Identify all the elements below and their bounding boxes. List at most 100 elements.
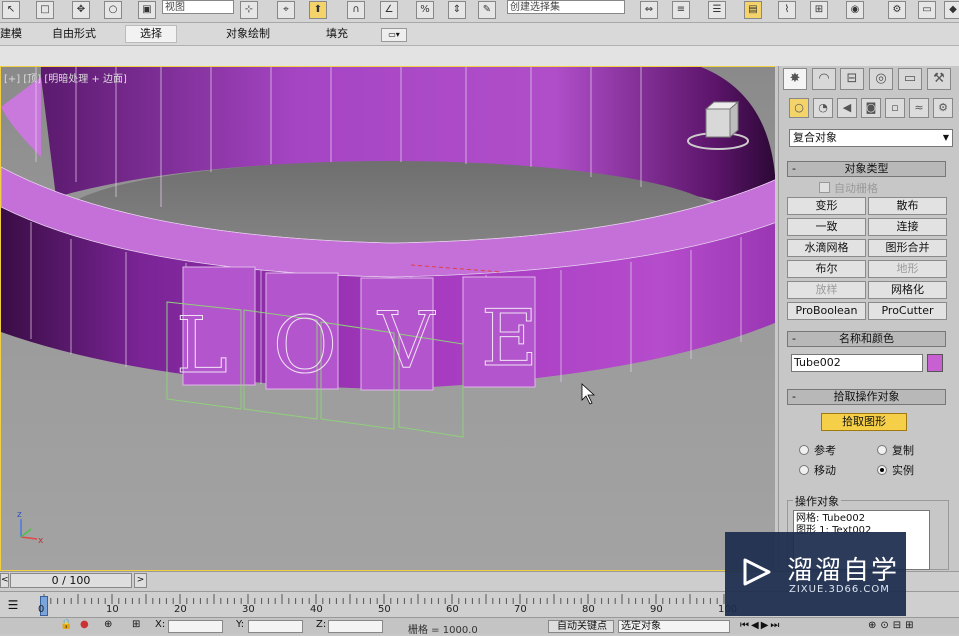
material-editor-icon[interactable]: ◉: [846, 1, 864, 19]
utilities-tab-icon[interactable]: ⚒: [927, 68, 951, 90]
graphite-toggle-icon[interactable]: ▤: [744, 1, 762, 19]
viewport-label[interactable]: [+] [顶] [明暗处理 + 边面]: [4, 70, 127, 85]
radio-move[interactable]: 移动: [799, 462, 836, 478]
geometry-icon[interactable]: ○: [789, 98, 809, 118]
selection-lock-icon[interactable]: ●: [80, 619, 89, 630]
rotate-icon[interactable]: ○: [104, 1, 122, 19]
select-region-icon[interactable]: □: [36, 1, 54, 19]
radio-instance[interactable]: 实例: [877, 462, 914, 478]
selection-set-dropdown[interactable]: 选定对象: [618, 620, 730, 633]
rollout-pick-operand[interactable]: - 拾取操作对象: [787, 389, 946, 405]
ribbon-options-dropdown[interactable]: ▭▾: [381, 28, 407, 42]
command-panel: ✸ ◠ ⊟ ◎ ▭ ⚒ ○ ◔ ◀ ◙ ▫ ≈ ⚙ 复合对象 ▼ - 对象类型 …: [778, 66, 959, 571]
radio-icon: [877, 445, 887, 455]
viewport-nav-icon[interactable]: ⊕⊙⊟⊞: [868, 620, 918, 631]
collapse-icon: -: [792, 162, 796, 175]
procutter-button[interactable]: ProCutter: [868, 302, 947, 320]
auto-key-button[interactable]: 自动关键点: [548, 620, 614, 633]
create-tab-icon[interactable]: ✸: [783, 68, 807, 90]
rollout-name-color[interactable]: - 名称和颜色: [787, 331, 946, 347]
systems-icon[interactable]: ⚙: [933, 98, 953, 118]
perspective-viewport[interactable]: L O V E z x [+] [顶] [明暗处理 + 边面]: [0, 66, 776, 571]
named-selection-combo[interactable]: 创建选择集: [507, 0, 625, 14]
letter-l: L: [176, 301, 228, 391]
time-slider[interactable]: 0 / 100: [10, 573, 132, 588]
modify-tab-icon[interactable]: ◠: [812, 68, 836, 90]
tab-freeform[interactable]: 自由形式: [52, 26, 96, 42]
boolean-button[interactable]: 布尔: [787, 260, 866, 278]
percent-snap-icon[interactable]: %: [416, 1, 434, 19]
shapemerge-button[interactable]: 图形合并: [868, 239, 947, 257]
tab-object-paint[interactable]: 对象绘制: [226, 26, 270, 42]
filter-icon[interactable]: ☰: [2, 595, 24, 615]
play-logo-icon: [743, 558, 771, 586]
schematic-view-icon[interactable]: ⊞: [810, 1, 828, 19]
motion-tab-icon[interactable]: ◎: [869, 68, 893, 90]
display-tab-icon[interactable]: ▭: [898, 68, 922, 90]
mesher-button[interactable]: 网格化: [868, 281, 947, 299]
hierarchy-tab-icon[interactable]: ⊟: [840, 68, 864, 90]
layer-icon[interactable]: ☰: [708, 1, 726, 19]
next-frame-icon[interactable]: >: [134, 573, 147, 588]
tab-modeling[interactable]: 建模: [0, 26, 22, 42]
spinner-snap-icon[interactable]: ⇕: [448, 1, 466, 19]
radio-icon: [799, 445, 809, 455]
helpers-icon[interactable]: ▫: [885, 98, 905, 118]
radio-reference[interactable]: 参考: [799, 442, 836, 458]
tick-label: 60: [446, 604, 459, 615]
object-color-swatch[interactable]: [927, 354, 943, 372]
letter-o: O: [273, 301, 337, 391]
edit-named-selection-icon[interactable]: ✎: [478, 1, 496, 19]
playback-controls-icon[interactable]: ⏮◀▶⏭: [740, 620, 781, 631]
render-setup-icon[interactable]: ⚙: [888, 1, 906, 19]
absolute-mode-icon[interactable]: ⊕: [104, 619, 112, 630]
watermark-brand: 溜溜自学: [787, 556, 900, 586]
curve-editor-icon[interactable]: ⌇: [778, 1, 796, 19]
select-icon[interactable]: ↖: [2, 1, 20, 19]
list-item[interactable]: 网格: Tube002: [796, 513, 927, 525]
radio-copy[interactable]: 复制: [877, 442, 914, 458]
render-frame-icon[interactable]: ▭: [918, 1, 936, 19]
cameras-icon[interactable]: ◙: [861, 98, 881, 118]
select-manipulate-icon[interactable]: ⌖: [277, 1, 295, 19]
shapes-icon[interactable]: ◔: [813, 98, 833, 118]
x-coord-field[interactable]: [168, 620, 223, 633]
loft-button[interactable]: 放样: [787, 281, 866, 299]
tab-selection[interactable]: 选择: [125, 25, 177, 43]
chevron-down-icon: ▼: [942, 133, 949, 142]
y-coord-field[interactable]: [248, 620, 303, 633]
snap-icon[interactable]: ∩: [347, 1, 365, 19]
lock-icon[interactable]: 🔒: [60, 619, 72, 630]
scatter-button[interactable]: 散布: [868, 197, 947, 215]
scale-icon[interactable]: ▣: [138, 1, 156, 19]
lights-icon[interactable]: ◀: [837, 98, 857, 118]
z-coord-field[interactable]: [328, 620, 383, 633]
prev-frame-icon[interactable]: <: [0, 573, 9, 588]
conform-button[interactable]: 一致: [787, 218, 866, 236]
mirror-icon[interactable]: ⇔: [640, 1, 658, 19]
scene-canvas[interactable]: L O V E z x: [1, 67, 776, 571]
angle-snap-icon[interactable]: ∠: [380, 1, 398, 19]
connect-button[interactable]: 连接: [868, 218, 947, 236]
pivot-icon[interactable]: ⊹: [240, 1, 258, 19]
keyboard-shortcut-icon[interactable]: ⬆: [309, 1, 327, 19]
reference-coord-combo[interactable]: 视图: [162, 0, 234, 14]
render-icon[interactable]: ◆: [944, 1, 959, 19]
autogrid-checkbox[interactable]: 自动栅格: [819, 180, 878, 196]
rollout-object-type[interactable]: - 对象类型: [787, 161, 946, 177]
align-icon[interactable]: ≡: [672, 1, 690, 19]
object-name-field[interactable]: Tube002: [791, 354, 923, 372]
transform-type-icon[interactable]: ⊞: [132, 619, 140, 630]
pick-shape-button[interactable]: 拾取图形: [821, 413, 907, 431]
move-icon[interactable]: ✥: [72, 1, 90, 19]
blobmesh-button[interactable]: 水滴网格: [787, 239, 866, 257]
watermark: 溜溜自学 ZIXUE.3D66.COM: [725, 532, 906, 616]
terrain-button[interactable]: 地形: [868, 260, 947, 278]
tab-populate[interactable]: 填充: [326, 26, 348, 42]
tick-label: 40: [310, 604, 323, 615]
space-warps-icon[interactable]: ≈: [909, 98, 929, 118]
proboolean-button[interactable]: ProBoolean: [787, 302, 866, 320]
svg-text:x: x: [38, 536, 44, 546]
morph-button[interactable]: 变形: [787, 197, 866, 215]
category-dropdown[interactable]: 复合对象 ▼: [789, 129, 953, 147]
